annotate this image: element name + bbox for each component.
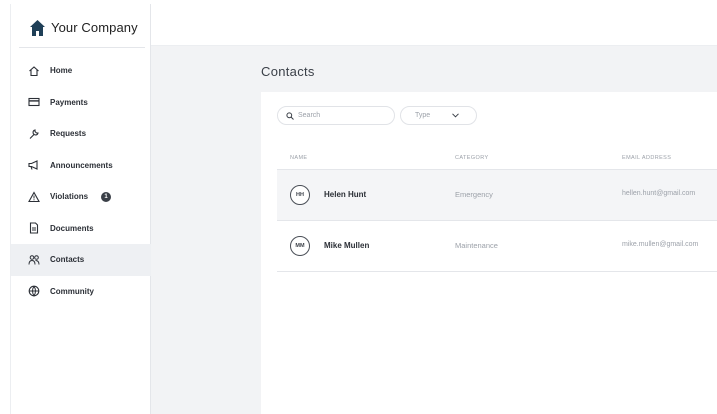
- sidebar-item-violations[interactable]: Violations 1: [11, 181, 151, 213]
- type-filter-label: Type: [415, 112, 431, 119]
- megaphone-icon: [28, 160, 38, 171]
- contacts-table: NAME CATEGORY EMAIL ADDRESS HH Helen Hun…: [277, 146, 717, 272]
- sidebar-item-documents[interactable]: Documents: [11, 213, 151, 245]
- sidebar-item-announcements[interactable]: Announcements: [11, 150, 151, 182]
- warning-icon: [28, 191, 40, 202]
- chevron-down-icon: [452, 113, 460, 118]
- column-header-name[interactable]: NAME: [290, 155, 308, 161]
- sidebar-item-home[interactable]: Home: [11, 55, 151, 87]
- sidebar: Your Company Home Payments Requests Anno…: [10, 4, 151, 414]
- contacts-card: Search Type NAME CATEGORY EMAIL ADDRESS …: [261, 92, 717, 414]
- credit-card-icon: [28, 98, 40, 107]
- sidebar-item-label: Announcements: [50, 160, 113, 170]
- sidebar-nav: Home Payments Requests Announcements Vio…: [11, 55, 151, 307]
- sidebar-item-label: Contacts: [50, 255, 85, 265]
- search-input[interactable]: Search: [277, 106, 395, 125]
- people-icon: [28, 254, 40, 265]
- sidebar-item-label: Home: [50, 66, 73, 76]
- brand-name: Your Company: [51, 20, 138, 35]
- avatar: MM: [290, 236, 310, 256]
- contact-category: Maintenance: [455, 241, 498, 250]
- column-header-email[interactable]: EMAIL ADDRESS: [622, 155, 671, 161]
- main-content: Contacts Search Type NAME CATEGORY EMAIL…: [151, 46, 717, 414]
- sidebar-item-label: Community: [50, 286, 94, 296]
- home-icon: [29, 66, 39, 76]
- top-bar: [151, 4, 717, 46]
- avatar: HH: [290, 185, 310, 205]
- sidebar-item-contacts[interactable]: Contacts: [11, 244, 151, 276]
- sidebar-item-label: Violations: [50, 192, 89, 202]
- contact-name: Helen Hunt: [324, 190, 367, 199]
- contact-category: Emergency: [455, 190, 493, 199]
- document-icon: [29, 222, 39, 234]
- contact-email[interactable]: mike.mullen@gmail.com: [622, 241, 698, 248]
- sidebar-item-community[interactable]: Community: [11, 276, 151, 308]
- contact-name: Mike Mullen: [324, 241, 370, 250]
- brand-logo[interactable]: Your Company: [19, 8, 145, 48]
- globe-icon: [28, 285, 40, 297]
- search-icon: [286, 111, 294, 120]
- sidebar-item-payments[interactable]: Payments: [11, 87, 151, 119]
- table-row[interactable]: MM Mike Mullen Maintenance mike.mullen@g…: [277, 221, 717, 272]
- sidebar-item-label: Payments: [50, 97, 88, 107]
- search-placeholder: Search: [298, 112, 321, 119]
- column-header-category[interactable]: CATEGORY: [455, 155, 489, 161]
- sidebar-item-label: Documents: [50, 223, 94, 233]
- page-title: Contacts: [261, 64, 315, 79]
- sidebar-item-label: Requests: [50, 129, 87, 139]
- violations-count-badge: 1: [101, 191, 112, 202]
- contact-email[interactable]: hellen.hunt@gmail.com: [622, 190, 695, 197]
- type-filter-dropdown[interactable]: Type: [400, 106, 477, 125]
- house-icon: [30, 19, 45, 36]
- wrench-icon: [29, 129, 39, 139]
- table-header: NAME CATEGORY EMAIL ADDRESS: [277, 146, 717, 170]
- table-row[interactable]: HH Helen Hunt Emergency hellen.hunt@gmai…: [277, 170, 717, 221]
- sidebar-item-requests[interactable]: Requests: [11, 118, 151, 150]
